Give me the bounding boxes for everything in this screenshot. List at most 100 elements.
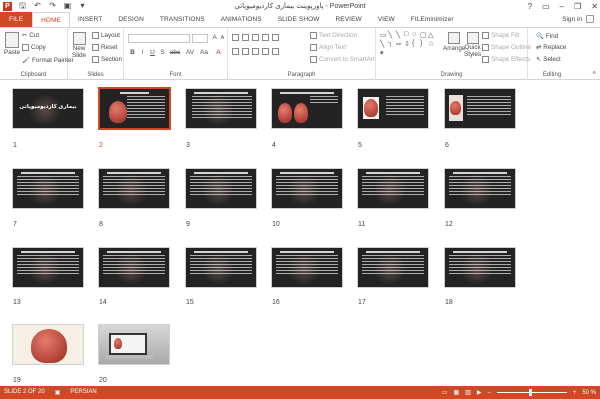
character-spacing-button[interactable]: AV bbox=[184, 49, 196, 56]
slide-thumbnail[interactable] bbox=[185, 168, 257, 209]
decrease-indent-icon[interactable] bbox=[252, 34, 259, 41]
find-button[interactable]: 🔍 Find bbox=[536, 32, 558, 41]
font-name-combo[interactable] bbox=[128, 34, 190, 43]
arrange-button[interactable]: Arrange bbox=[443, 32, 465, 52]
slide-thumbnail[interactable] bbox=[12, 324, 84, 365]
tab-home[interactable]: HOME bbox=[32, 12, 71, 27]
slide-thumbnail[interactable] bbox=[185, 88, 257, 129]
slide-thumbnail[interactable] bbox=[185, 247, 257, 288]
slide-thumbnail[interactable] bbox=[444, 168, 516, 209]
tab-review[interactable]: REVIEW bbox=[328, 12, 370, 27]
restore-icon[interactable]: ❐ bbox=[574, 2, 581, 11]
slide-thumbnail-selected[interactable] bbox=[98, 87, 171, 130]
minimize-icon[interactable]: – bbox=[560, 2, 564, 11]
rounded-rect-shape-icon[interactable]: ▢ bbox=[420, 31, 428, 40]
collapse-ribbon-icon[interactable]: ˄ bbox=[592, 71, 596, 77]
zoom-slider-knob[interactable] bbox=[528, 389, 532, 396]
arrow-right-shape-icon[interactable]: ⇨ bbox=[396, 40, 404, 49]
increase-indent-icon[interactable] bbox=[262, 34, 269, 41]
line-spacing-icon[interactable] bbox=[272, 34, 279, 41]
avatar-icon[interactable] bbox=[586, 15, 594, 23]
line-shape-icon[interactable]: ╲ bbox=[380, 40, 388, 49]
tab-insert[interactable]: INSERT bbox=[70, 12, 110, 27]
slide-thumbnail[interactable] bbox=[271, 247, 343, 288]
triangle-shape-icon[interactable]: △ bbox=[428, 31, 436, 40]
star-shape-icon[interactable]: ☆ bbox=[428, 40, 436, 49]
align-text-button[interactable]: Align Text bbox=[310, 44, 346, 51]
change-case-button[interactable]: Aa bbox=[198, 49, 210, 56]
zoom-in-button[interactable]: + bbox=[573, 390, 577, 396]
sign-in[interactable]: Sign in bbox=[562, 15, 594, 23]
shadow-button[interactable]: S bbox=[158, 49, 167, 56]
cut-button[interactable]: ✂ Cut bbox=[22, 32, 39, 39]
tab-file[interactable]: FILE bbox=[0, 12, 33, 27]
replace-button[interactable]: ⇄ Replace bbox=[536, 44, 566, 51]
reading-view-icon[interactable]: ▥ bbox=[465, 389, 471, 396]
zoom-out-button[interactable]: – bbox=[487, 390, 490, 396]
shape-effects-button[interactable]: Shape Effects bbox=[482, 56, 530, 63]
underline-button[interactable]: U bbox=[148, 49, 157, 56]
new-slide-button[interactable]: New Slide bbox=[72, 32, 86, 59]
copy-button[interactable]: Copy bbox=[22, 44, 46, 51]
slide-thumbnail[interactable] bbox=[271, 88, 343, 129]
columns-icon[interactable] bbox=[272, 48, 279, 55]
elbow-shape-icon[interactable]: ┐ bbox=[388, 40, 396, 49]
font-color-button[interactable]: A bbox=[214, 49, 223, 56]
brace-shape-icon[interactable]: { bbox=[412, 40, 420, 49]
tab-slide-show[interactable]: SLIDE SHOW bbox=[270, 12, 328, 27]
slide-thumbnail[interactable] bbox=[357, 168, 429, 209]
format-painter-button[interactable]: 🖌 Format Painter bbox=[22, 56, 74, 65]
slideshow-view-icon[interactable]: ▶ bbox=[477, 389, 482, 396]
slide-thumbnail[interactable] bbox=[12, 168, 84, 209]
more-shapes-icon[interactable]: ▾ bbox=[380, 49, 388, 58]
line-shape-icon[interactable]: ╲ bbox=[388, 31, 396, 40]
shrink-font-button[interactable]: A bbox=[218, 35, 227, 41]
slide-sorter-view-icon[interactable]: ▦ bbox=[453, 389, 459, 396]
font-size-combo[interactable] bbox=[192, 34, 208, 43]
align-center-icon[interactable] bbox=[242, 48, 249, 55]
bullets-icon[interactable] bbox=[232, 34, 239, 41]
slide-thumbnail[interactable] bbox=[98, 247, 170, 288]
slide-thumbnail[interactable]: بیماری کاردیومیوپاتی bbox=[12, 88, 84, 129]
slide-thumbnail[interactable] bbox=[98, 324, 170, 365]
slide-thumbnail[interactable] bbox=[357, 247, 429, 288]
zoom-level[interactable]: 50 % bbox=[582, 390, 596, 396]
close-icon[interactable]: ✕ bbox=[591, 2, 598, 11]
tab-transitions[interactable]: TRANSITIONS bbox=[152, 12, 213, 27]
proofing-icon[interactable]: ▣ bbox=[55, 389, 61, 396]
arrow-down-shape-icon[interactable]: ⇩ bbox=[404, 40, 412, 49]
shape-outline-button[interactable]: Shape Outline bbox=[482, 44, 531, 51]
rect-shape-icon[interactable]: □ bbox=[404, 31, 412, 40]
numbering-icon[interactable] bbox=[242, 34, 249, 41]
select-button[interactable]: ↖ Select bbox=[536, 56, 561, 63]
align-right-icon[interactable] bbox=[252, 48, 259, 55]
italic-button[interactable]: I bbox=[138, 49, 147, 56]
bold-button[interactable]: B bbox=[128, 49, 137, 56]
slide-thumbnail[interactable] bbox=[12, 247, 84, 288]
shape-fill-button[interactable]: Shape Fill bbox=[482, 32, 519, 39]
shapes-gallery[interactable]: ▭ ╲ ╲ □ ○ ▢ △ ╲ ┐ ⇨ ⇩ { } ☆ ▾ bbox=[380, 31, 440, 67]
zoom-slider[interactable] bbox=[496, 389, 567, 396]
justify-icon[interactable] bbox=[262, 48, 269, 55]
strikethrough-button[interactable]: abc bbox=[168, 49, 182, 56]
convert-smartart-button[interactable]: Convert to SmartArt bbox=[310, 56, 375, 63]
layout-button[interactable]: Layout bbox=[92, 32, 120, 39]
slide-thumbnail[interactable] bbox=[98, 168, 170, 209]
language-indicator[interactable]: PERSIAN bbox=[70, 389, 96, 396]
slide-thumbnail[interactable] bbox=[271, 168, 343, 209]
textbox-shape-icon[interactable]: ▭ bbox=[380, 31, 388, 40]
line-shape-icon[interactable]: ╲ bbox=[396, 31, 404, 40]
paste-button[interactable]: Paste bbox=[4, 32, 20, 56]
quick-styles-button[interactable]: Quick Styles bbox=[464, 32, 481, 58]
ribbon-display-options-icon[interactable]: ▭ bbox=[542, 2, 550, 11]
align-left-icon[interactable] bbox=[232, 48, 239, 55]
sign-in-label[interactable]: Sign in bbox=[562, 16, 582, 23]
normal-view-icon[interactable]: ▭ bbox=[442, 389, 448, 396]
tab-design[interactable]: DESIGN bbox=[110, 12, 152, 27]
reset-button[interactable]: Reset bbox=[92, 44, 117, 51]
help-icon[interactable]: ? bbox=[528, 2, 532, 11]
slide-thumbnail[interactable] bbox=[444, 88, 516, 129]
text-direction-button[interactable]: Text Direction bbox=[310, 32, 357, 39]
brace-shape-icon[interactable]: } bbox=[420, 40, 428, 49]
tab-fileminimizer[interactable]: FILEminimizer bbox=[403, 12, 462, 27]
